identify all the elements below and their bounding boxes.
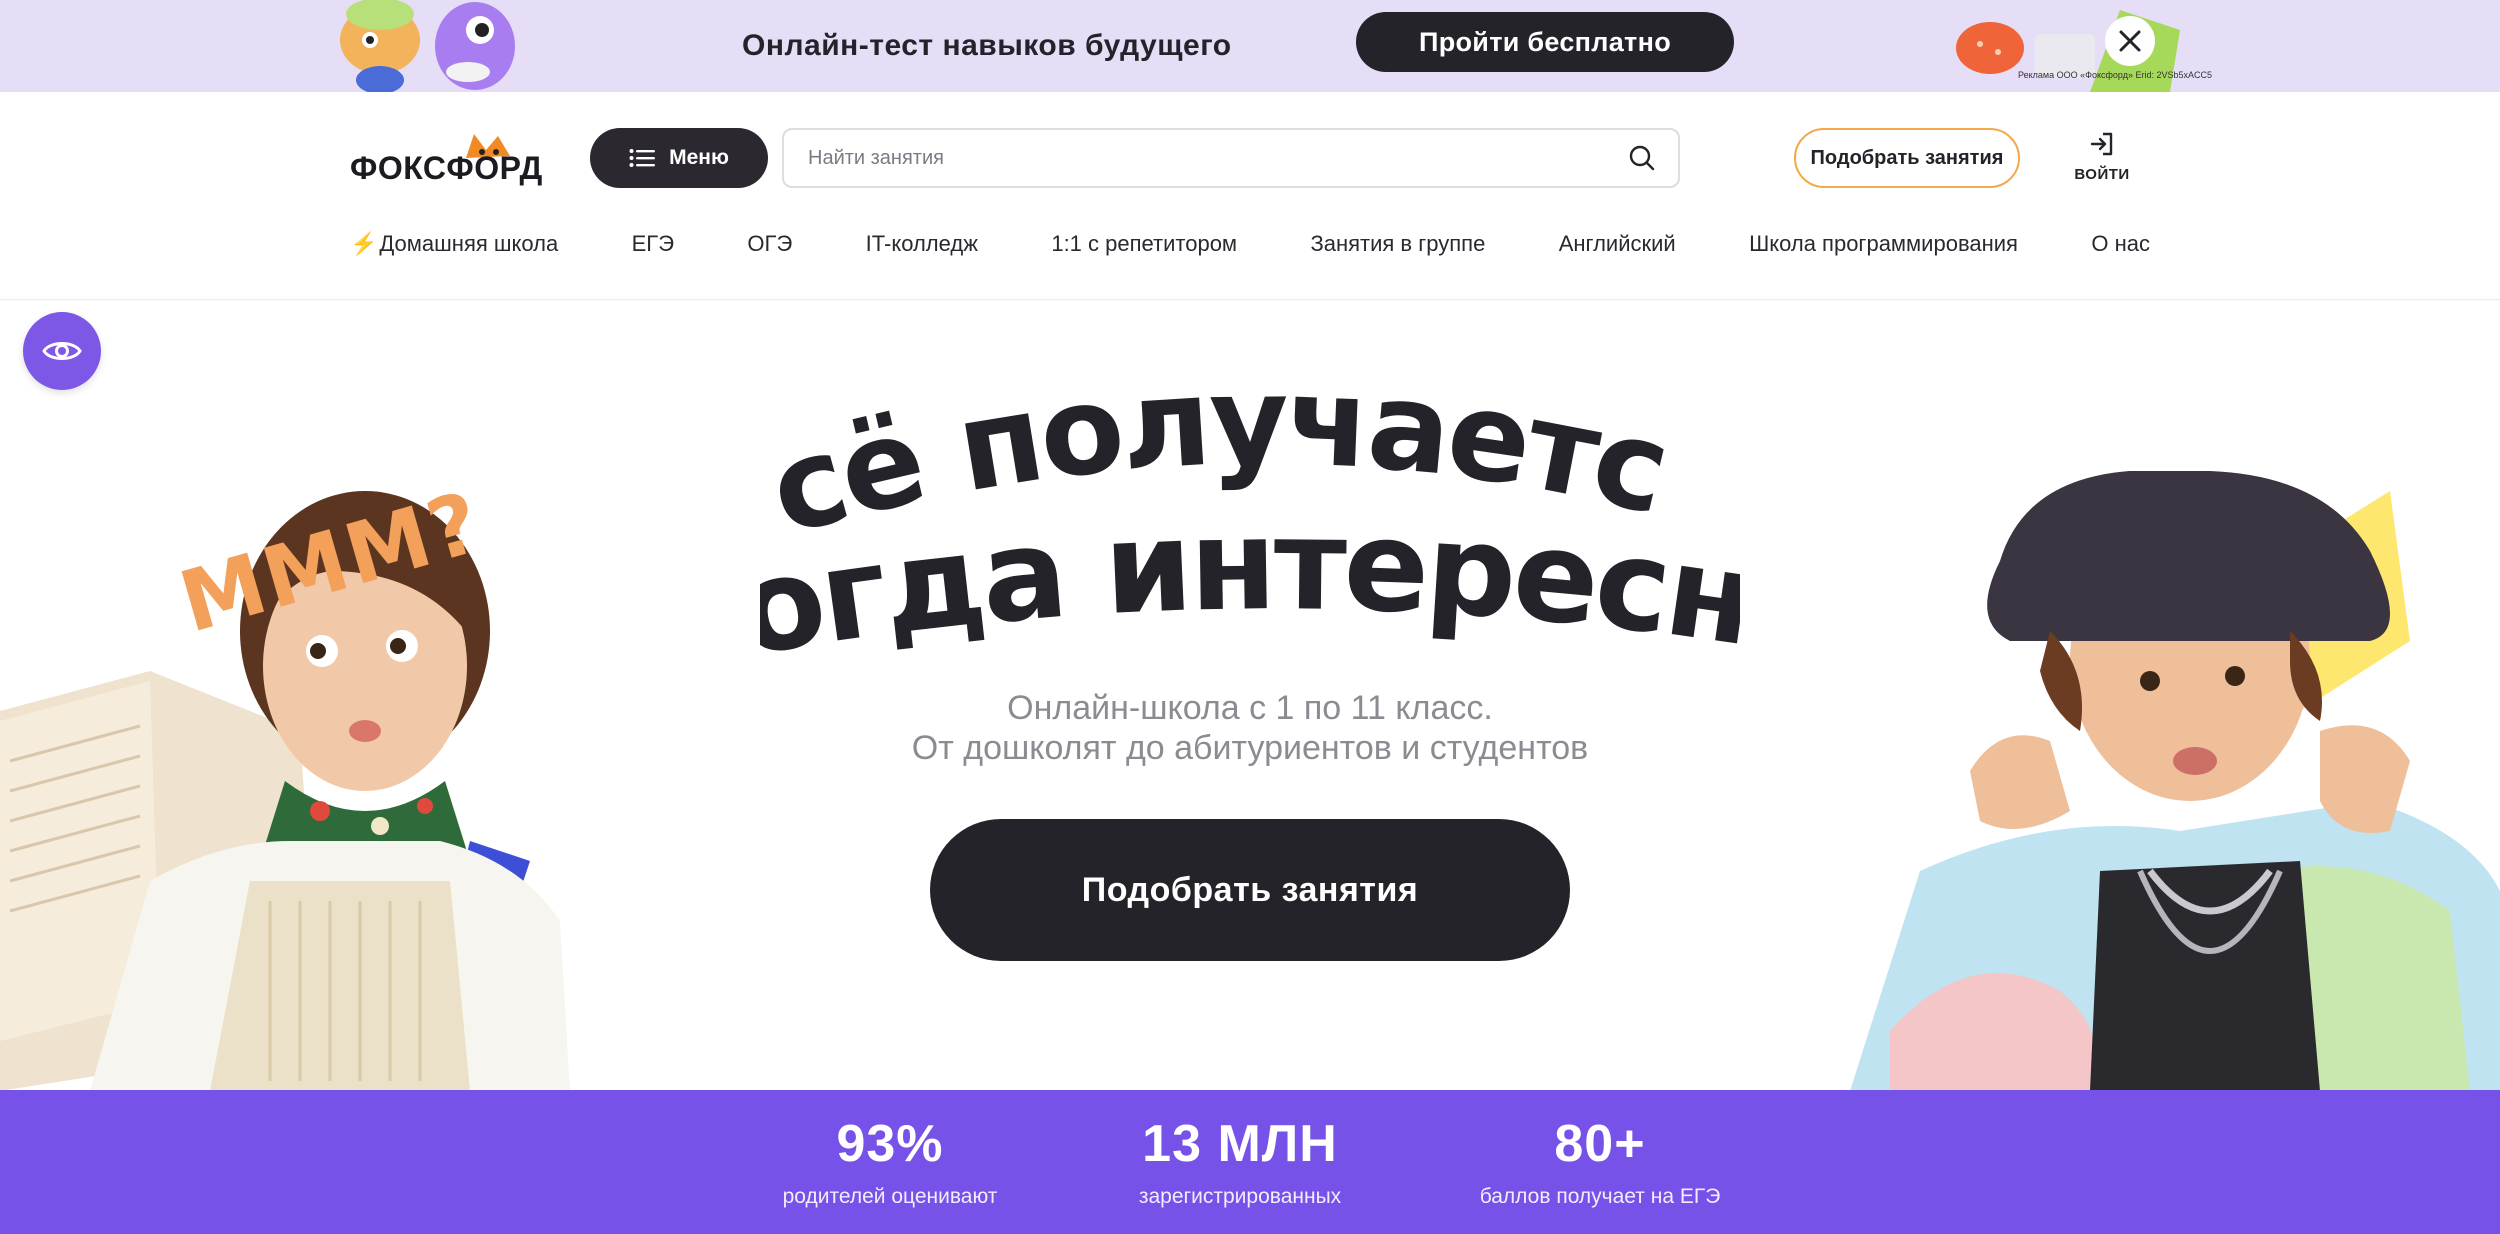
hero-section: МММ? всё получается, когда интересно Онл… (0, 301, 2500, 1091)
nav-item-home-school[interactable]: ⚡ Домашняя школа (350, 231, 558, 257)
nav-item-english[interactable]: Английский (1559, 231, 1676, 257)
nav-item-it-college[interactable]: IT-колледж (866, 231, 978, 257)
promo-banner: Онлайн-тест навыков будущего Пройти бесп… (0, 0, 2500, 92)
boy-with-hat-image (1850, 471, 2500, 1091)
login-icon (2090, 132, 2113, 156)
nav-item-group-classes[interactable]: Занятия в группе (1310, 231, 1485, 257)
stat-value: 93% (836, 1115, 944, 1173)
stat-item: 80+ баллов получает на ЕГЭ (1450, 1112, 1750, 1210)
search-box (782, 128, 1680, 188)
stat-item: 13 МЛН зарегистрированных (1090, 1112, 1390, 1210)
close-icon (2119, 30, 2141, 52)
stat-value: 80+ (1554, 1115, 1646, 1173)
hero-subtitle-line1: Онлайн-школа с 1 по 11 класс. (1007, 689, 1493, 727)
accessibility-button[interactable] (23, 312, 101, 390)
hero-title: всё получается, когда интересно (760, 381, 1740, 681)
promo-try-free-button[interactable]: Пройти бесплатно (1356, 12, 1734, 72)
nav-item-label: Домашняя школа (379, 231, 559, 256)
pick-classes-button[interactable]: Подобрать занятия (1794, 128, 2020, 188)
nav-item-ege[interactable]: ЕГЭ (632, 231, 674, 257)
foxford-logo[interactable]: ФОКСФОРД (350, 130, 560, 192)
nav-item-programming-school[interactable]: Школа программирования (1749, 231, 2018, 257)
search-input[interactable] (808, 146, 1628, 170)
stat-item: 93% родителей оценивают (740, 1112, 1040, 1210)
eye-icon (42, 342, 82, 360)
search-icon[interactable] (1628, 144, 1656, 172)
hero-pick-classes-button[interactable]: Подобрать занятия (930, 819, 1570, 961)
promo-ad-note: Реклама ООО «Фоксфорд» Erid: 2VSb5xACC5 (2018, 70, 2212, 80)
login-label: ВОЙТИ (2074, 166, 2130, 183)
menu-button-label: Меню (669, 146, 729, 169)
stat-label: баллов получает на ЕГЭ (1479, 1185, 1721, 1208)
lightning-icon: ⚡ (350, 231, 378, 256)
nav-item-tutor[interactable]: 1:1 с репетитором (1051, 231, 1237, 257)
promo-characters-left (340, 0, 515, 92)
login-button[interactable]: ВОЙТИ (2074, 130, 2130, 194)
logo-text: ФОКСФОРД (350, 150, 543, 186)
main-nav: ⚡ Домашняя школа ЕГЭ ОГЭ IT-колледж 1:1 … (350, 224, 2150, 264)
promo-text: Онлайн-тест навыков будущего (742, 29, 1232, 62)
list-icon (629, 149, 656, 167)
stat-label: родителей оценивают (782, 1185, 998, 1208)
stat-value: 13 МЛН (1142, 1115, 1338, 1173)
site-header: ФОКСФОРД Меню Подобрать занятия ВОЙТИ ⚡ … (0, 92, 2500, 300)
stats-band: 93% родителей оценивают 13 МЛН зарегистр… (0, 1090, 2500, 1234)
menu-button[interactable]: Меню (590, 128, 768, 188)
nav-item-about[interactable]: О нас (2091, 231, 2150, 257)
hero-subtitle-line2: От дошколят до абитуриентов и студентов (911, 729, 1589, 767)
promo-close-button[interactable] (2105, 16, 2155, 66)
stat-label: зарегистрированных (1138, 1185, 1342, 1208)
nav-item-oge[interactable]: ОГЭ (747, 231, 792, 257)
